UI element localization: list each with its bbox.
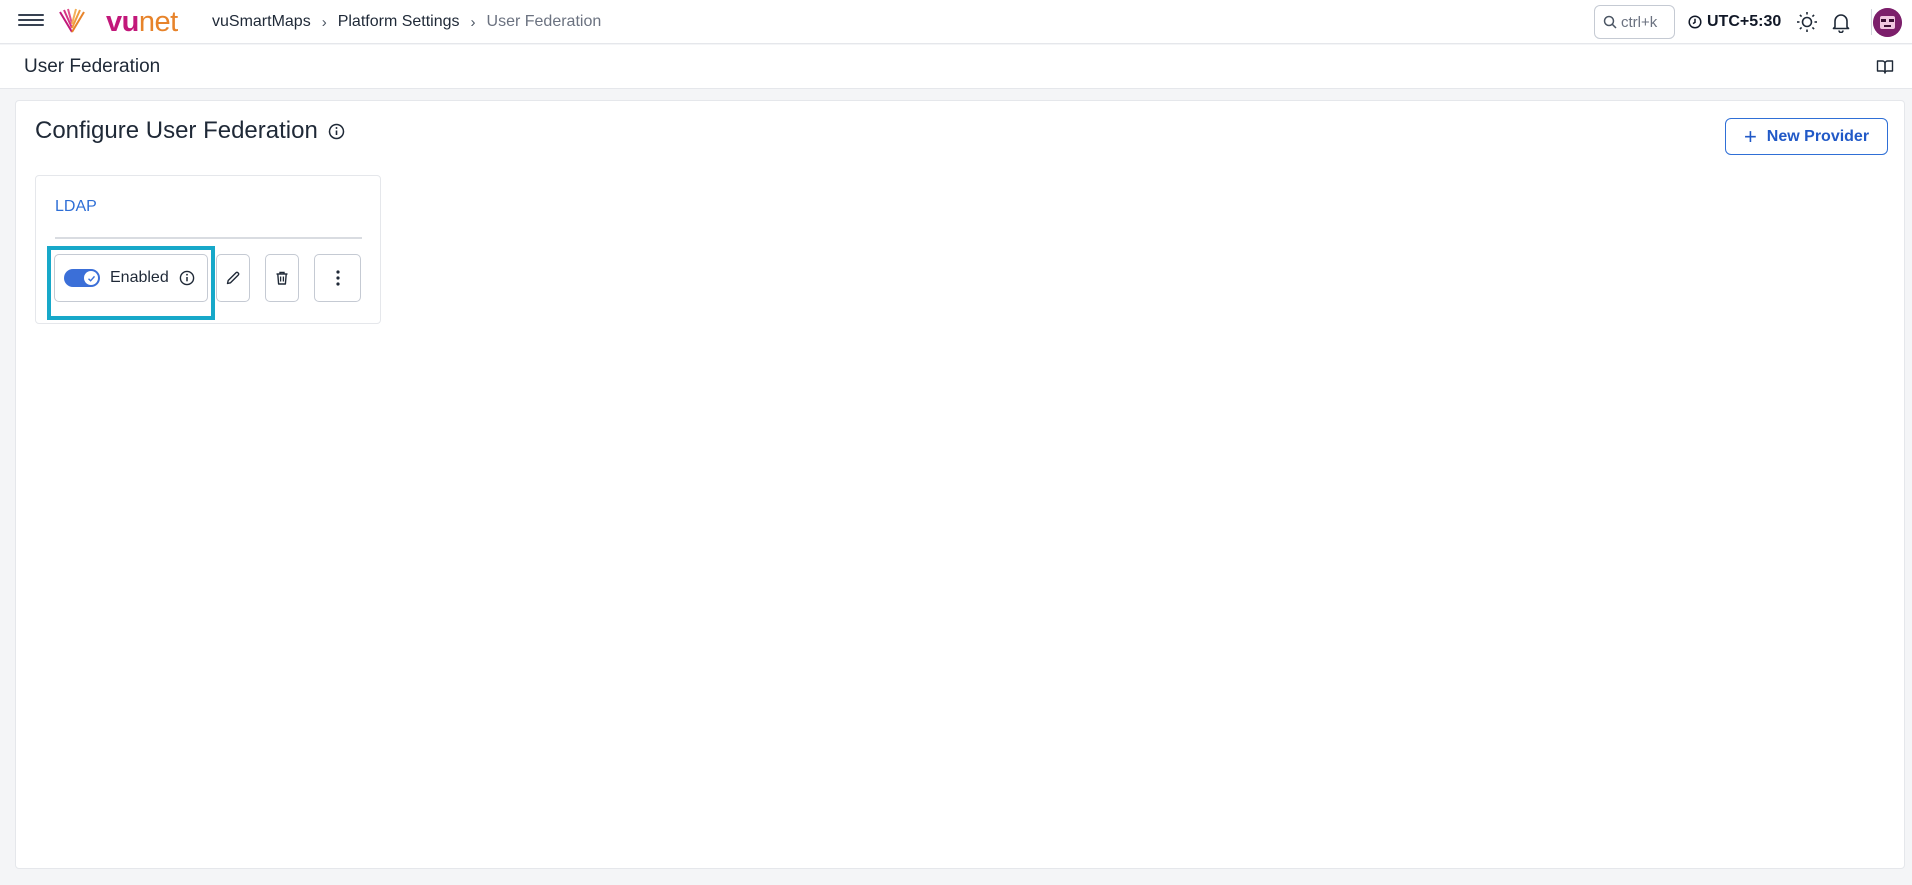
vunet-logo-text: vunet — [106, 6, 178, 38]
chevron-right-icon: › — [321, 13, 327, 31]
toggle-knob — [84, 271, 98, 285]
user-avatar[interactable] — [1873, 8, 1902, 37]
timezone-label: UTC+5:30 — [1707, 13, 1782, 30]
trash-icon — [276, 271, 288, 285]
panel-title: Configure User Federation — [35, 117, 345, 145]
breadcrumb: vuSmartMaps › Platform Settings › User F… — [212, 0, 601, 44]
toggle-switch[interactable] — [64, 269, 100, 287]
breadcrumb-item-user-federation: User Federation — [486, 13, 602, 30]
provider-card-ldap: LDAP Enabled — [35, 175, 381, 324]
check-icon — [87, 275, 95, 282]
delete-button[interactable] — [265, 254, 299, 302]
sun-icon[interactable] — [1796, 11, 1818, 33]
edit-button[interactable] — [216, 254, 250, 302]
info-icon[interactable] — [179, 270, 195, 286]
bell-icon[interactable] — [1830, 11, 1852, 33]
pencil-icon — [226, 271, 240, 285]
panel-title-text: Configure User Federation — [35, 117, 318, 144]
breadcrumb-item-vusmartmaps[interactable]: vuSmartMaps — [212, 13, 311, 31]
topbar-divider — [1871, 9, 1872, 35]
new-provider-label: New Provider — [1766, 127, 1870, 145]
new-provider-button[interactable]: + New Provider — [1725, 118, 1888, 155]
avatar-icon — [1873, 8, 1902, 37]
provider-name-link[interactable]: LDAP — [55, 198, 97, 216]
search-input[interactable]: ctrl+k — [1594, 5, 1675, 39]
hamburger-menu-icon[interactable] — [18, 12, 44, 32]
book-icon[interactable] — [1876, 58, 1894, 76]
user-federation-panel: Configure User Federation + New Provider… — [15, 100, 1905, 869]
clock-icon — [1688, 15, 1702, 29]
toggle-status-label: Enabled — [110, 269, 169, 286]
provider-enable-toggle[interactable]: Enabled — [54, 254, 208, 302]
more-options-button[interactable] — [314, 254, 361, 302]
timezone-selector[interactable]: UTC+5:30 — [1688, 0, 1781, 44]
vertical-ellipsis-icon — [335, 270, 340, 286]
chevron-right-icon: › — [470, 13, 476, 31]
page-header: User Federation — [0, 45, 1912, 89]
page-title: User Federation — [24, 56, 161, 77]
card-divider — [55, 237, 362, 239]
breadcrumb-item-platform-settings[interactable]: Platform Settings — [338, 13, 460, 31]
search-icon — [1603, 15, 1617, 29]
info-icon[interactable] — [328, 123, 345, 140]
plus-icon: + — [1743, 123, 1757, 149]
search-placeholder: ctrl+k — [1621, 13, 1658, 31]
vunet-logo-icon — [59, 8, 85, 33]
top-bar: vunet vuSmartMaps › Platform Settings › … — [0, 0, 1912, 44]
